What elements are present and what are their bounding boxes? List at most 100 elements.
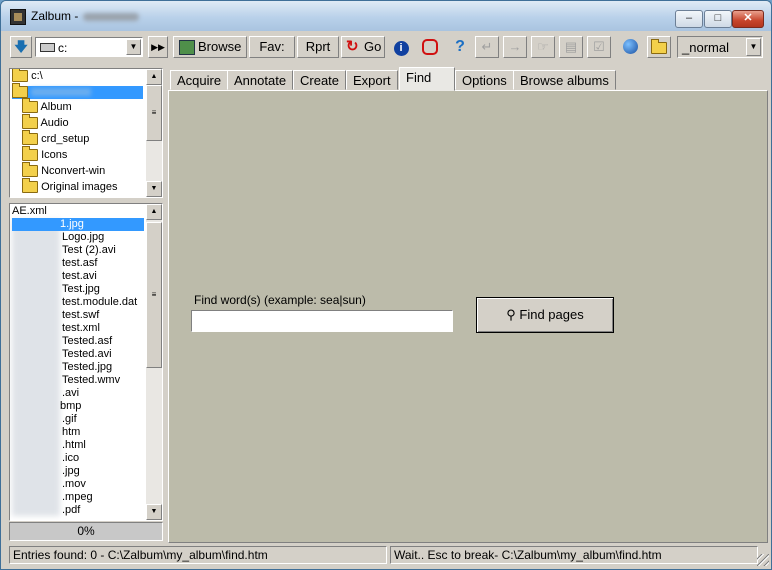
folder-path-row[interactable]: c:\ xyxy=(12,69,43,83)
folder-icon xyxy=(22,130,38,146)
list-item[interactable]: Tested.jpg xyxy=(62,361,112,374)
folder-path: c:\ xyxy=(31,70,43,82)
tab-browse-albums[interactable]: Browse albums xyxy=(513,70,616,90)
next-icon[interactable]: → xyxy=(503,36,527,58)
fav-label: Fav: xyxy=(259,39,285,54)
folder-item[interactable]: Audio xyxy=(22,114,69,130)
list-item[interactable]: test.avi xyxy=(62,270,97,283)
info-icon[interactable]: i xyxy=(390,36,412,58)
stop-icon[interactable] xyxy=(418,36,442,58)
document-icon[interactable]: ▤ xyxy=(559,36,583,58)
scroll-thumb[interactable]: ≡ xyxy=(146,85,162,141)
tab-annotate[interactable]: Annotate xyxy=(227,70,294,90)
back-icon[interactable]: ↵ xyxy=(475,36,499,58)
toolbar: 🡇 c: ▼ ▶▶ Browse Fav: Rprt ↻ Go i ? ↵ → … xyxy=(1,31,771,65)
fav-button[interactable]: Fav: xyxy=(249,36,295,58)
list-item[interactable]: Test (2).avi xyxy=(62,244,116,257)
list-item[interactable]: .gif xyxy=(62,413,77,426)
mode-select[interactable]: _normal ▼ xyxy=(677,36,763,58)
file-list[interactable]: AE.xml 1.jpg Logo.jpg Test (2).avi test.… xyxy=(9,203,163,521)
drive-icon xyxy=(40,43,55,52)
minimize-button[interactable]: – xyxy=(675,10,703,28)
browse-label: Browse xyxy=(198,39,242,54)
folder-item[interactable]: Icons xyxy=(22,146,68,162)
scroll-up-icon[interactable]: ▲ xyxy=(146,204,162,220)
help-icon[interactable]: ? xyxy=(449,36,471,58)
find-label: Find word(s) (example: sea|sun) xyxy=(194,293,366,307)
list-item[interactable]: test.xml xyxy=(62,322,100,335)
list-item[interactable]: htm xyxy=(62,426,80,439)
chevron-down-icon[interactable]: ▼ xyxy=(746,38,761,56)
hand-pointer-icon[interactable]: ☞ xyxy=(531,36,555,58)
title-bar[interactable]: Zalbum - – □ ✕ xyxy=(1,1,771,31)
mode-value: _normal xyxy=(682,40,729,55)
list-item[interactable]: Tested.wmv xyxy=(62,374,120,387)
folder-item[interactable]: Nconvert-win xyxy=(22,162,106,178)
list-item[interactable]: Tested.asf xyxy=(62,335,112,348)
folder-item[interactable]: crd_setup xyxy=(22,130,89,146)
list-item[interactable]: .ico xyxy=(62,452,79,465)
tab-find[interactable]: Find xyxy=(399,67,455,91)
folder-tree[interactable]: c:\ Album Audio crd_setup Icons Nconvert… xyxy=(9,68,163,198)
file-scrollbar[interactable]: ▲ ≡ ▼ xyxy=(146,204,162,520)
folder-item-label: Original images xyxy=(41,181,118,193)
folder-item-label: Icons xyxy=(41,149,68,161)
folder-selected-row[interactable] xyxy=(12,83,143,99)
globe-icon[interactable] xyxy=(619,36,641,58)
zalbum-app-icon xyxy=(10,9,26,25)
status-entries: Entries found: 0 - C:\Zalbum\my_album\fi… xyxy=(9,546,387,564)
tab-acquire[interactable]: Acquire xyxy=(170,70,229,90)
find-pages-button[interactable]: ⚲ Find pages xyxy=(476,297,614,333)
report-label: Rprt xyxy=(305,39,331,54)
tab-create[interactable]: Create xyxy=(293,70,347,90)
list-item[interactable]: test.asf xyxy=(62,257,97,270)
list-item[interactable]: Tested.avi xyxy=(62,348,112,361)
status-message: Wait.. Esc to break- C:\Zalbum\my_album\… xyxy=(390,546,758,564)
list-item[interactable]: Test.jpg xyxy=(62,283,100,296)
go-button[interactable]: ↻ Go xyxy=(341,36,385,58)
down-arrow-icon[interactable]: 🡇 xyxy=(10,36,32,58)
image-icon xyxy=(179,40,195,55)
go-label: Go xyxy=(364,39,382,54)
file-item-label: 1.jpg xyxy=(60,218,84,230)
refresh-icon: ↻ xyxy=(346,38,359,55)
resize-grip[interactable] xyxy=(757,554,769,566)
list-item[interactable]: .html xyxy=(62,439,86,452)
list-item[interactable]: test.swf xyxy=(62,309,99,322)
list-item[interactable]: Logo.jpg xyxy=(62,231,104,244)
drive-select[interactable]: c: ▼ xyxy=(35,37,143,57)
list-item[interactable]: test.module.dat xyxy=(62,296,137,309)
redacted-file-names xyxy=(12,220,60,516)
scroll-down-icon[interactable]: ▼ xyxy=(146,181,162,197)
close-button[interactable]: ✕ xyxy=(732,10,764,28)
list-item[interactable]: bmp xyxy=(60,400,81,413)
tab-options[interactable]: Options xyxy=(455,70,514,90)
folder-icon xyxy=(22,98,38,114)
tab-export[interactable]: Export xyxy=(346,70,398,90)
file-list-header[interactable]: AE.xml xyxy=(12,205,47,218)
status-bar: Entries found: 0 - C:\Zalbum\my_album\fi… xyxy=(1,544,771,569)
folder-icon xyxy=(22,114,38,130)
file-selected-row[interactable]: 1.jpg xyxy=(12,218,144,231)
browse-button[interactable]: Browse xyxy=(173,36,247,58)
folder-item-label: Nconvert-win xyxy=(41,165,106,177)
open-folder-icon xyxy=(12,69,28,83)
scroll-thumb[interactable]: ≡ xyxy=(146,222,162,368)
list-item[interactable]: .pdf xyxy=(62,504,80,517)
list-item[interactable]: .mov xyxy=(62,478,86,491)
folder-scrollbar[interactable]: ▲ ≡ ▼ xyxy=(146,69,162,197)
scroll-up-icon[interactable]: ▲ xyxy=(146,69,162,85)
forward-icon[interactable]: ▶▶ xyxy=(148,36,168,58)
list-item[interactable]: .mpeg xyxy=(62,491,93,504)
scroll-down-icon[interactable]: ▼ xyxy=(146,504,162,520)
list-item[interactable]: .jpg xyxy=(62,465,80,478)
folder-item[interactable]: Original images xyxy=(22,178,118,194)
chevron-down-icon[interactable]: ▼ xyxy=(126,39,141,55)
open-folder-button[interactable] xyxy=(647,36,671,58)
folder-item[interactable]: Album xyxy=(22,98,72,114)
maximize-button[interactable]: □ xyxy=(704,10,732,28)
list-item[interactable]: .avi xyxy=(62,387,79,400)
report-button[interactable]: Rprt xyxy=(297,36,339,58)
find-words-input[interactable] xyxy=(191,310,453,332)
checklist-icon[interactable]: ☑ xyxy=(587,36,611,58)
